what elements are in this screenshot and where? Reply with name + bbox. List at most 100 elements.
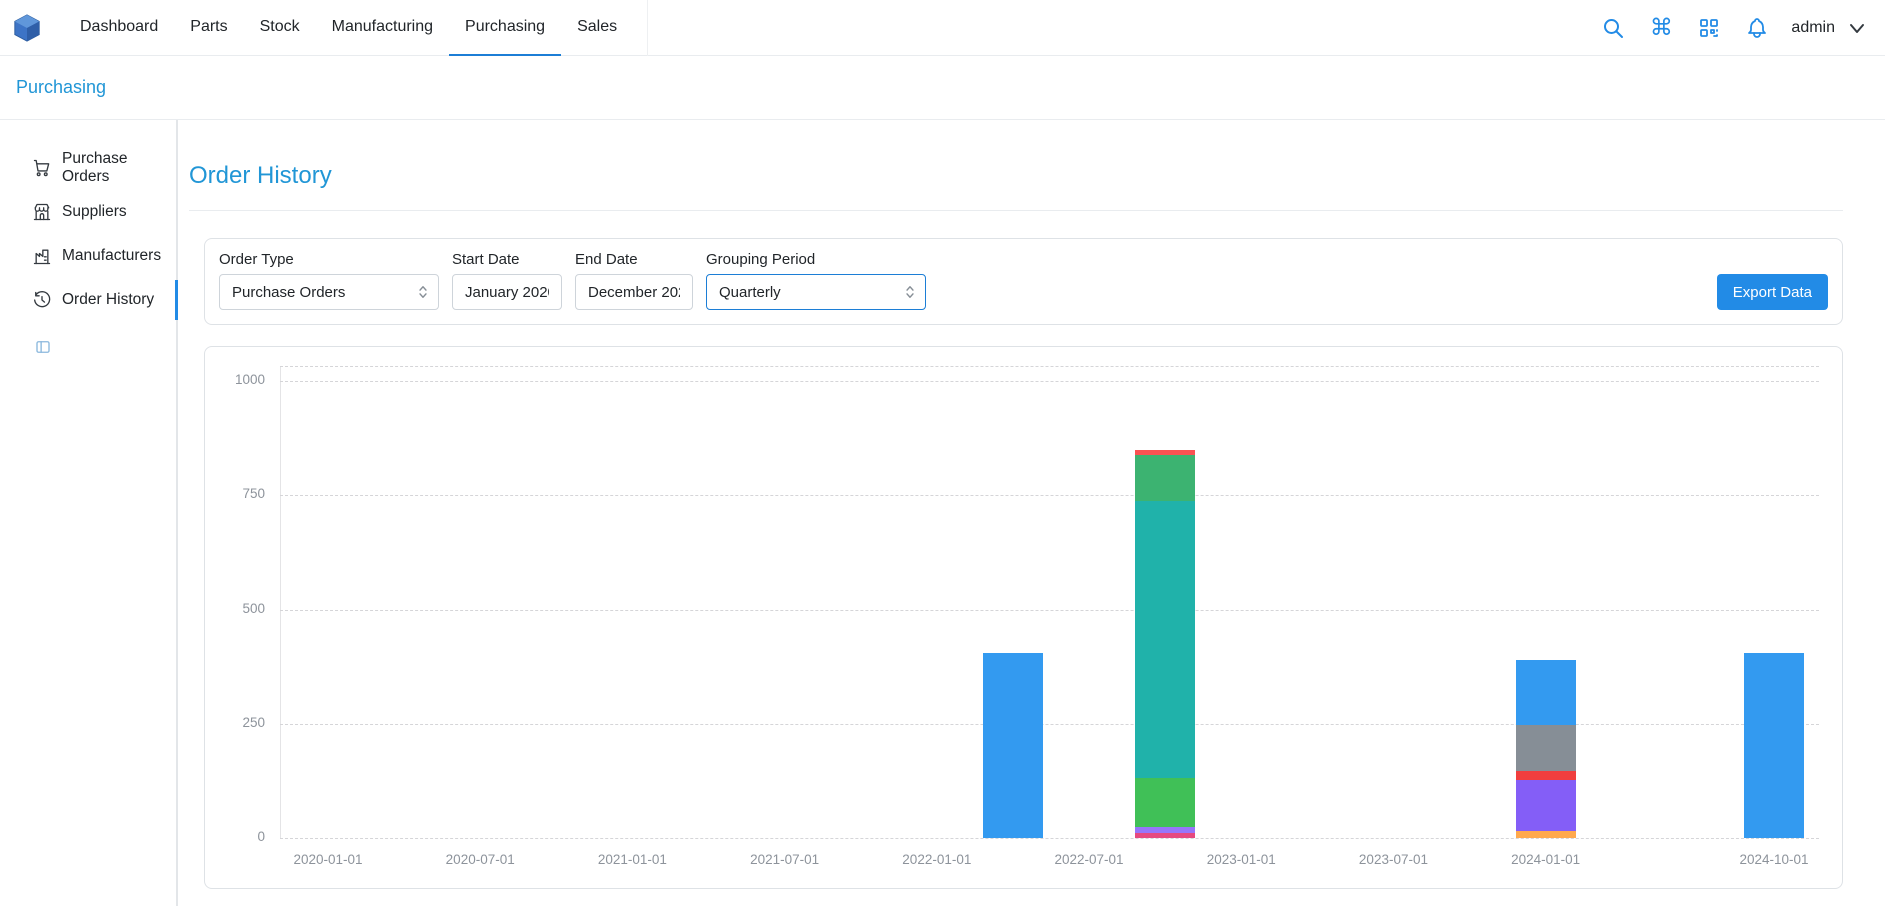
tab-parts[interactable]: Parts bbox=[174, 0, 243, 56]
tab-stock[interactable]: Stock bbox=[244, 0, 316, 56]
bar-segment[interactable] bbox=[1135, 833, 1195, 838]
main-panel: Order History Order Type Purchase Orders… bbox=[178, 120, 1885, 906]
start-date-field: Start Date bbox=[452, 251, 562, 310]
chevron-down-icon bbox=[1847, 18, 1867, 38]
start-date-input[interactable] bbox=[452, 274, 562, 310]
end-date-input[interactable] bbox=[575, 274, 693, 310]
user-menu[interactable]: admin bbox=[1791, 18, 1867, 38]
y-axis-line bbox=[280, 366, 281, 838]
bar-segment[interactable] bbox=[1135, 827, 1195, 832]
x-axis-tick-label: 2021-07-01 bbox=[715, 852, 855, 867]
bar-segment[interactable] bbox=[983, 653, 1043, 838]
building-store-icon bbox=[32, 202, 52, 222]
sidebar-item-label: Order History bbox=[62, 291, 154, 309]
breadcrumb: Purchasing bbox=[0, 56, 1885, 120]
tab-stock-label: Stock bbox=[260, 18, 300, 36]
qr-scan-icon[interactable] bbox=[1695, 14, 1723, 42]
navbar-actions: ⌘ admin bbox=[1599, 14, 1867, 42]
grouping-period-select[interactable]: Quarterly bbox=[706, 274, 926, 310]
order-type-field: Order Type Purchase Orders bbox=[219, 251, 439, 310]
end-date-field: End Date bbox=[575, 251, 693, 310]
content: Purchase Orders Suppliers Manufacturers … bbox=[0, 120, 1885, 906]
gridline bbox=[280, 838, 1819, 839]
history-icon bbox=[32, 290, 52, 310]
tab-manufacturing-label: Manufacturing bbox=[332, 18, 433, 36]
selector-icon bbox=[414, 283, 432, 301]
breadcrumb-purchasing-link[interactable]: Purchasing bbox=[16, 77, 106, 98]
x-axis-tick-label: 2023-07-01 bbox=[1323, 852, 1463, 867]
shopping-cart-icon bbox=[32, 158, 52, 178]
bar-segment[interactable] bbox=[1516, 771, 1576, 780]
page-title: Order History bbox=[189, 162, 1843, 190]
factory-icon bbox=[32, 246, 52, 266]
y-axis-tick-label: 250 bbox=[205, 715, 265, 730]
gridline bbox=[280, 366, 1819, 367]
x-axis-tick-label: 2022-01-01 bbox=[867, 852, 1007, 867]
y-axis-tick-label: 1000 bbox=[205, 372, 265, 387]
sidebar-item-label: Manufacturers bbox=[62, 247, 161, 265]
sidebar-item-label: Purchase Orders bbox=[62, 150, 176, 186]
end-date-label: End Date bbox=[575, 251, 693, 268]
start-date-label: Start Date bbox=[452, 251, 562, 268]
tab-purchasing-label: Purchasing bbox=[465, 18, 545, 36]
selector-icon bbox=[901, 283, 919, 301]
bar-segment[interactable] bbox=[1135, 455, 1195, 501]
y-axis-tick-label: 0 bbox=[205, 829, 265, 844]
x-axis-tick-label: 2020-07-01 bbox=[410, 852, 550, 867]
grouping-period-value: Quarterly bbox=[719, 284, 781, 301]
order-type-label: Order Type bbox=[219, 251, 439, 268]
main-tabs: Dashboard Parts Stock Manufacturing Purc… bbox=[64, 0, 633, 56]
order-type-value: Purchase Orders bbox=[232, 284, 345, 301]
x-axis-tick-label: 2024-01-01 bbox=[1476, 852, 1616, 867]
bar-segment[interactable] bbox=[1744, 653, 1804, 838]
x-axis-tick-label: 2021-01-01 bbox=[562, 852, 702, 867]
x-axis-tick-label: 2020-01-01 bbox=[258, 852, 398, 867]
bar-segment[interactable] bbox=[1135, 778, 1195, 827]
sidebar-item-suppliers[interactable]: Suppliers bbox=[0, 190, 176, 234]
bar-segment[interactable] bbox=[1516, 725, 1576, 771]
gridline bbox=[280, 724, 1819, 725]
sidebar: Purchase Orders Suppliers Manufacturers … bbox=[0, 120, 178, 906]
grouping-period-field: Grouping Period Quarterly bbox=[706, 251, 926, 310]
tab-sales-label: Sales bbox=[577, 18, 617, 36]
filter-bar: Order Type Purchase Orders Start Date En… bbox=[204, 238, 1843, 325]
tab-dashboard[interactable]: Dashboard bbox=[64, 0, 174, 56]
notifications-icon[interactable] bbox=[1743, 14, 1771, 42]
bar-segment[interactable] bbox=[1516, 660, 1576, 725]
tab-dashboard-label: Dashboard bbox=[80, 18, 158, 36]
bar-segment[interactable] bbox=[1516, 831, 1576, 838]
gridline bbox=[280, 610, 1819, 611]
command-palette-icon[interactable]: ⌘ bbox=[1647, 14, 1675, 42]
gridline bbox=[280, 381, 1819, 382]
x-axis-tick-label: 2024-10-01 bbox=[1704, 852, 1843, 867]
tab-purchasing[interactable]: Purchasing bbox=[449, 0, 561, 56]
bar-segment[interactable] bbox=[1135, 450, 1195, 455]
username: admin bbox=[1791, 19, 1835, 37]
search-icon[interactable] bbox=[1599, 14, 1627, 42]
bar-segment[interactable] bbox=[1135, 501, 1195, 777]
tab-parts-label: Parts bbox=[190, 18, 227, 36]
x-axis-tick-label: 2022-07-01 bbox=[1019, 852, 1159, 867]
sidebar-item-order-history[interactable]: Order History bbox=[0, 278, 176, 322]
bar-segment[interactable] bbox=[1516, 780, 1576, 831]
tab-manufacturing[interactable]: Manufacturing bbox=[316, 0, 449, 56]
gridline bbox=[280, 495, 1819, 496]
x-axis-tick-label: 2023-01-01 bbox=[1171, 852, 1311, 867]
tab-sales[interactable]: Sales bbox=[561, 0, 633, 56]
panel-collapse-icon bbox=[34, 338, 52, 356]
y-axis-tick-label: 750 bbox=[205, 486, 265, 501]
sidebar-item-manufacturers[interactable]: Manufacturers bbox=[0, 234, 176, 278]
sidebar-item-label: Suppliers bbox=[62, 203, 127, 221]
title-divider bbox=[189, 210, 1843, 211]
order-history-chart: 0 250 500 750 1000 2020-01-01 2020-07-01 2021-0… bbox=[204, 346, 1843, 889]
sidebar-item-purchase-orders[interactable]: Purchase Orders bbox=[0, 146, 176, 190]
collapse-sidebar-button[interactable] bbox=[34, 338, 54, 358]
app-logo-icon[interactable] bbox=[12, 13, 42, 43]
tabs-divider bbox=[647, 0, 648, 56]
y-axis-tick-label: 500 bbox=[205, 601, 265, 616]
command-glyph: ⌘ bbox=[1650, 16, 1673, 39]
grouping-period-label: Grouping Period bbox=[706, 251, 926, 268]
export-data-button[interactable]: Export Data bbox=[1717, 274, 1828, 310]
order-type-select[interactable]: Purchase Orders bbox=[219, 274, 439, 310]
navbar: Dashboard Parts Stock Manufacturing Purc… bbox=[0, 0, 1885, 56]
